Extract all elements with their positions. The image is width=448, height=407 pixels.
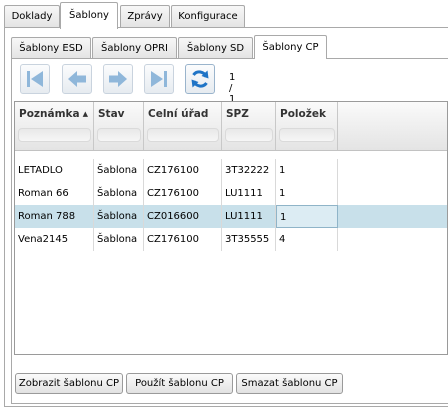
table-row[interactable]: Roman 66 Šablona CZ176100 LU1111 1 [15,182,447,205]
next-page-button[interactable] [103,64,133,94]
sablony-panel: Šablony ESD Šablony OPRI Šablony SD Šabl… [4,27,448,407]
tab-konfigurace[interactable]: Konfigurace [171,5,245,27]
delete-template-button[interactable]: Smazat šablonu CP [236,373,343,394]
filter-stav[interactable] [97,128,141,142]
tab-sablony-sd[interactable]: Šablony SD [178,37,253,58]
filter-celni-urad[interactable] [147,128,219,142]
grid-header: Poznámka ▲ Stav Celní úřad SPZ Položek [15,102,447,151]
cell-polozek: 4 [276,228,338,251]
prev-page-button[interactable] [62,64,92,94]
tab-sablony-opri-label: Šablony OPRI [101,43,168,54]
tab-sablony-esd-label: Šablony ESD [19,43,83,54]
tab-zpravy-label: Zprávy [127,11,163,22]
column-header-celni-urad-label: Celní úřad [148,108,209,120]
cell-poznamka: Vena2145 [15,228,94,251]
tab-doklady[interactable]: Doklady [4,5,60,27]
tab-doklady-label: Doklady [11,11,53,22]
cell-stav: Šablona [94,228,144,251]
column-header-spz-label: SPZ [226,108,249,120]
filter-spz[interactable] [225,128,273,142]
refresh-button[interactable] [185,64,215,94]
tab-sablony[interactable]: Šablony [60,2,118,29]
last-page-icon [151,71,167,87]
cell-polozek-focused[interactable]: 1 [276,205,338,228]
cell-poznamka: Roman 788 [15,205,94,228]
cell-stav: Šablona [94,205,144,228]
cell-poznamka: LETADLO [15,159,94,182]
prev-page-icon [68,71,86,87]
column-header-stav-label: Stav [98,108,125,120]
column-header-poznamka-label: Poznámka [19,108,80,120]
cell-poznamka: Roman 66 [15,182,94,205]
tab-sablony-opri[interactable]: Šablony OPRI [92,37,177,58]
column-header-stav[interactable]: Stav [94,102,144,150]
cell-polozek: 1 [276,182,338,205]
cell-spz: LU1111 [222,205,276,228]
filter-poznamka[interactable] [18,128,91,142]
first-page-icon [27,71,43,87]
table-row[interactable]: LETADLO Šablona CZ176100 3T32222 1 [15,159,447,182]
sablony-cp-panel: 1 / 1 Poznámka ▲ Stav Celní úřad SPZ Pol… [11,58,448,404]
column-header-polozek-label: Položek [280,108,326,120]
tab-zpravy[interactable]: Zprávy [120,5,170,27]
tab-sablony-label: Šablony [69,10,109,21]
delete-template-label: Smazat šablonu CP [241,378,338,389]
tab-sablony-cp[interactable]: Šablony CP [254,35,327,59]
refresh-icon [191,70,209,88]
cell-stav: Šablona [94,159,144,182]
tab-sablony-cp-label: Šablony CP [262,42,319,53]
sort-ascending-icon: ▲ [82,110,88,118]
next-page-icon [109,71,127,87]
show-template-label: Zobrazit šablonu CP [18,378,120,389]
cell-celni-urad: CZ176100 [144,159,222,182]
use-template-label: Použít šablonu CP [135,378,224,389]
cell-stav: Šablona [94,182,144,205]
cell-celni-urad: CZ176100 [144,228,222,251]
column-header-celni-urad[interactable]: Celní úřad [144,102,222,150]
tab-sablony-sd-label: Šablony SD [186,43,245,54]
show-template-button[interactable]: Zobrazit šablonu CP [15,373,123,394]
column-header-poznamka[interactable]: Poznámka ▲ [15,102,94,150]
first-page-button[interactable] [20,64,50,94]
cell-spz: LU1111 [222,182,276,205]
tab-konfigurace-label: Konfigurace [178,11,238,22]
filter-polozek[interactable] [279,128,335,142]
column-header-polozek[interactable]: Položek [276,102,338,150]
column-header-spz[interactable]: SPZ [222,102,276,150]
cell-celni-urad: CZ176100 [144,182,222,205]
cell-polozek: 1 [276,159,338,182]
cell-spz: 3T32222 [222,159,276,182]
cell-spz: 3T35555 [222,228,276,251]
last-page-button[interactable] [144,64,174,94]
table-row-selected[interactable]: Roman 788 Šablona CZ016600 LU1111 1 [15,205,447,228]
use-template-button[interactable]: Použít šablonu CP [126,373,233,394]
cell-celni-urad: CZ016600 [144,205,222,228]
templates-grid: Poznámka ▲ Stav Celní úřad SPZ Položek L… [14,101,448,355]
table-row[interactable]: Vena2145 Šablona CZ176100 3T35555 4 [15,228,447,251]
tab-sablony-esd[interactable]: Šablony ESD [11,37,91,58]
